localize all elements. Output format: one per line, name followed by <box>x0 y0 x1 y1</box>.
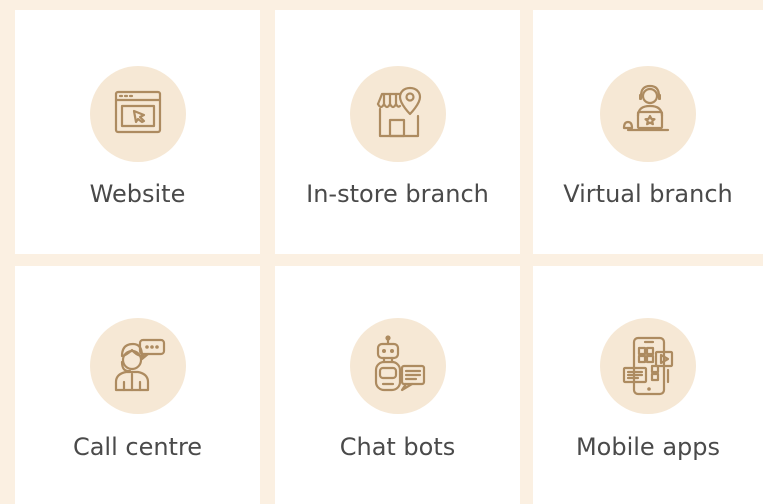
channel-card-virtual-branch[interactable]: Virtual branch <box>533 10 763 254</box>
browser-cursor-icon <box>114 90 161 134</box>
channel-label: Call centre <box>72 433 203 461</box>
icon-circle <box>89 318 186 414</box>
agent-laptop-icon <box>622 84 670 132</box>
channel-card-chat-bots[interactable]: Chat bots <box>275 266 520 504</box>
icon-circle <box>89 66 186 162</box>
channel-card-in-store-branch[interactable]: In-store branch <box>275 10 520 254</box>
channel-label: Virtual branch <box>563 180 733 208</box>
icon-circle <box>349 66 446 162</box>
channel-label: In-store branch <box>306 180 489 208</box>
channel-card-mobile-apps[interactable]: Mobile apps <box>533 266 763 504</box>
channels-grid: Website In-store branch Virtual branch C… <box>0 0 763 504</box>
storefront-pin-icon <box>376 86 421 138</box>
icon-circle <box>600 66 696 162</box>
channel-card-call-centre[interactable]: Call centre <box>15 266 260 504</box>
mobile-apps-icon <box>622 336 674 396</box>
icon-circle <box>600 318 696 414</box>
chatbot-icon <box>374 335 425 392</box>
call-agent-icon <box>114 338 165 392</box>
channel-label: Mobile apps <box>575 433 721 461</box>
channel-label: Website <box>89 180 186 208</box>
channel-card-website[interactable]: Website <box>15 10 260 254</box>
icon-circle <box>349 318 446 414</box>
channel-label: Chat bots <box>339 433 456 461</box>
